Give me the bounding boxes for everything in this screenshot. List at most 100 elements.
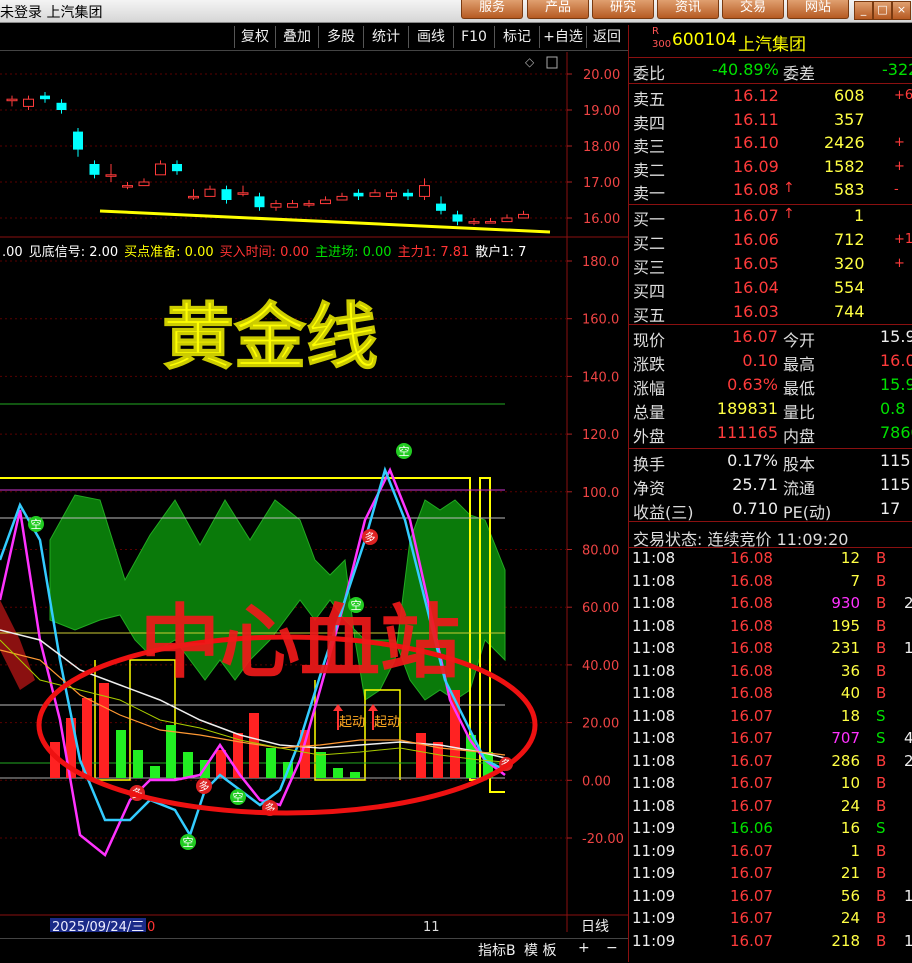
trade-direction: B (876, 931, 887, 950)
quote-label: 股本 (783, 455, 816, 474)
price-axis: 20.00 19.00 18.00 17.00 16.00 (567, 68, 620, 227)
menu-trade[interactable]: 交易 (722, 0, 784, 19)
maximize-icon[interactable]: □ (873, 1, 892, 20)
indicator-param: 散户1: 7 (475, 244, 526, 260)
trade-direction: B (876, 886, 887, 905)
quote-value: 16.0 (880, 351, 912, 370)
indicator-axis: 180.0 160.0 140.0 120.0 100.0 80.00 60.00 40.00… (567, 255, 624, 847)
book-price[interactable]: 16.04 (733, 278, 779, 297)
trade-price: 16.07 (730, 886, 773, 905)
indicator-axis-label: 20.00 (582, 717, 619, 732)
template-tab[interactable]: 模 板 (524, 940, 556, 960)
trade-volume: 24 (840, 909, 860, 927)
draw-line-button[interactable]: 画线 (408, 26, 453, 48)
book-price[interactable]: 16.11 (733, 110, 779, 129)
trade-volume: 195 (831, 616, 860, 635)
candle (172, 160, 182, 175)
book-price[interactable]: 16.10 (733, 133, 779, 152)
quote-value: 7860 (880, 423, 912, 442)
trade-price: 16.07 (730, 796, 773, 815)
svg-text:空: 空 (183, 835, 194, 849)
menu-product[interactable]: 产品 (527, 0, 589, 19)
book-volume: 583 (834, 180, 865, 199)
book-change: +6 (894, 88, 912, 103)
book-level-label: 买三 (633, 258, 666, 277)
indicator-tab[interactable]: 指标B (478, 940, 516, 960)
candle (254, 192, 265, 211)
trade-direction: B (876, 684, 887, 702)
candle (122, 182, 133, 190)
trade-row: 11:09 16.07 56 B 1 (628, 887, 912, 909)
trade-direction: B (876, 841, 887, 860)
trade-direction: B (876, 594, 887, 612)
add-favorite-button[interactable]: +自选 (539, 26, 586, 48)
book-price[interactable]: 16.03 (733, 302, 779, 321)
trade-volume: 286 (831, 751, 860, 770)
svg-text:起动: 起动 (339, 715, 365, 730)
mark-button[interactable]: 标记 (494, 26, 539, 48)
chart-area[interactable]: ◇ 20.00 19.00 18.00 17.00 16.00 .00 见底信号: 2.0… (0, 52, 628, 932)
trade-price: 16.07 (730, 774, 773, 792)
candle (188, 189, 199, 200)
candle (287, 200, 298, 208)
trade-volume: 7 (850, 571, 860, 590)
book-change: + (894, 135, 905, 150)
diamond-icon[interactable]: ◇ (525, 55, 535, 69)
quote-label: 外盘 (633, 427, 666, 446)
quote-value: 189831 (716, 399, 778, 418)
trade-row: 11:08 16.08 36 B (628, 662, 912, 684)
trade-price: 16.07 (730, 864, 773, 882)
book-price[interactable]: 16.06 (733, 230, 779, 249)
zoom-in-button[interactable]: + (578, 940, 590, 956)
trade-volume: 12 (840, 549, 860, 567)
trade-time: 11:08 (632, 684, 676, 702)
book-price[interactable]: 16.05 (733, 254, 779, 273)
multi-stock-button[interactable]: 多股 (318, 26, 363, 48)
chart-toolbar: 复权 叠加 多股 统计 画线 F10 标记 +自选 返回 (0, 25, 628, 51)
book-price[interactable]: 16.09 (733, 157, 779, 176)
menu-news[interactable]: 资讯 (657, 0, 719, 19)
indicator-axis-label: 100.0 (582, 486, 619, 501)
statistics-button[interactable]: 统计 (363, 26, 408, 48)
trade-row: 11:08 16.08 930 B 2 (628, 594, 912, 616)
menu-service[interactable]: 服务 (461, 0, 523, 19)
trade-volume: 21 (840, 864, 860, 882)
back-button[interactable]: 返回 (586, 26, 627, 48)
candle (138, 178, 150, 187)
book-level-label: 买五 (633, 306, 666, 325)
book-level-label: 买二 (633, 234, 666, 253)
period-label[interactable]: 日线 (581, 919, 609, 932)
trade-price: 16.08 (730, 616, 773, 635)
zoom-out-button[interactable]: − (606, 940, 618, 956)
center-blood-station-caption: 中心血站 (140, 596, 460, 689)
book-price[interactable]: 16.12 (733, 86, 779, 105)
book-change: +1 (894, 232, 912, 247)
candle (436, 196, 446, 215)
candle (320, 196, 331, 205)
trade-time: 11:08 (632, 571, 676, 590)
trade-volume: 218 (831, 931, 860, 950)
close-icon[interactable]: × (892, 1, 911, 20)
trade-price: 16.08 (730, 684, 773, 702)
indicator-param: 见底信号: 2.00 (29, 244, 118, 260)
f10-button[interactable]: F10 (453, 26, 494, 48)
menu-research[interactable]: 研究 (592, 0, 654, 19)
overlay-button[interactable]: 叠加 (275, 26, 318, 48)
quote-label: 量比 (783, 403, 816, 422)
price-axis-label: 20.00 (583, 68, 620, 83)
indicator-params: .00 见底信号: 2.00 买点准备: 0.00 买入时间: 0.00 主进场: 0.… (2, 244, 526, 260)
trade-volume: 231 (831, 639, 860, 657)
menu-website[interactable]: 网站 (787, 0, 849, 19)
book-price[interactable]: 16.08 (733, 180, 779, 199)
trade-row: 11:08 16.07 286 B 2 (628, 752, 912, 774)
trade-time: 11:09 (632, 841, 676, 860)
quote-value: 111165 (716, 423, 778, 442)
book-price[interactable]: 16.07 (733, 206, 779, 225)
trade-direction: S (876, 729, 886, 747)
trade-time: 11:09 (632, 886, 676, 905)
candle (468, 218, 480, 226)
minimize-icon[interactable]: _ (854, 1, 873, 20)
restore-rights-button[interactable]: 复权 (234, 26, 275, 48)
panel-toggle-icon[interactable] (546, 56, 558, 69)
quote-value: 0.10 (742, 351, 778, 370)
